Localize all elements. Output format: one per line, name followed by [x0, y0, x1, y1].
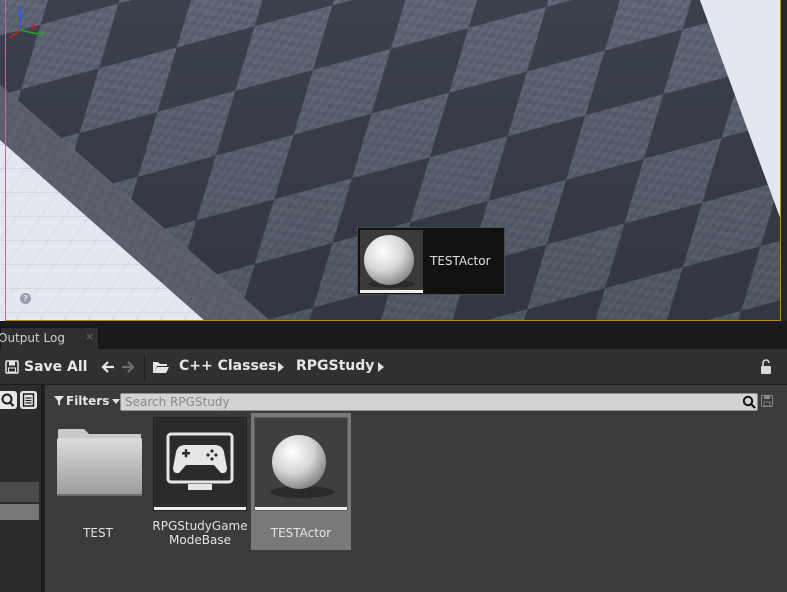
tab-output-log[interactable]: Output Log × — [0, 327, 99, 349]
breadcrumb-cpp-classes[interactable]: C++ Classes — [179, 358, 277, 374]
thumbnail-underline — [360, 290, 423, 293]
tooltip-label: TESTActor — [430, 254, 491, 268]
close-icon[interactable]: × — [85, 330, 94, 343]
view-options-icon[interactable] — [20, 391, 37, 409]
toolbar-separator — [144, 355, 145, 379]
thumbnail-underline — [154, 507, 246, 510]
gamepad-monitor-icon — [166, 432, 234, 490]
unreal-editor-window: Z X Y ? TESTActor Output Log × Save All … — [0, 0, 787, 592]
filters-label: Filters — [66, 394, 110, 408]
sphere-icon — [364, 235, 415, 288]
filters-button[interactable]: Filters — [54, 393, 121, 409]
asset-label-line1: RPGStudyGame — [152, 519, 248, 533]
folder-icon — [57, 429, 142, 496]
asset-label: TEST — [83, 526, 113, 540]
sources-panel — [0, 385, 42, 592]
asset-label: TESTActor — [270, 526, 332, 540]
unlock-icon[interactable] — [759, 359, 773, 375]
save-all-button[interactable]: Save All — [5, 358, 87, 376]
search-icon[interactable] — [742, 395, 756, 409]
panel-tab-strip: Output Log × — [0, 321, 787, 349]
asset-view: Filters Search RPGStudy TEST RPGStudyGam… — [45, 385, 787, 592]
class-thumbnail — [254, 417, 348, 511]
class-thumbnail — [153, 417, 247, 511]
thumbnail-underline — [255, 507, 347, 510]
source-tree-item-selected[interactable] — [0, 504, 39, 520]
content-browser-toolbar: Save All C++ Classes RPGStudy — [0, 349, 787, 385]
filter-icon — [54, 396, 64, 406]
axis-z-label: Z — [17, 6, 24, 17]
help-icon[interactable]: ? — [20, 293, 31, 304]
sphere-icon — [270, 435, 334, 498]
asset-tile-test-folder[interactable]: TEST — [48, 413, 148, 550]
chevron-right-icon[interactable] — [278, 362, 284, 372]
back-arrow-icon[interactable] — [100, 359, 116, 375]
axis-y-label: Y — [38, 31, 46, 42]
asset-search-box[interactable] — [120, 393, 758, 411]
tab-label: Output Log — [0, 331, 65, 345]
chevron-right-icon[interactable] — [378, 362, 384, 372]
save-icon — [5, 360, 19, 374]
asset-label-line2: ModeBase — [169, 533, 231, 547]
source-tree-item[interactable] — [0, 482, 39, 502]
forward-arrow-icon[interactable] — [120, 359, 136, 375]
axis-gizmo: Z X Y — [9, 6, 46, 42]
axis-x-label: X — [30, 22, 37, 33]
save-search-icon[interactable] — [761, 395, 773, 407]
save-all-label: Save All — [24, 359, 88, 375]
drag-preview-tooltip: TESTActor — [357, 227, 505, 295]
search-icon[interactable] — [0, 391, 17, 409]
actor-thumbnail — [360, 230, 423, 293]
search-input[interactable] — [125, 394, 735, 410]
asset-tile-testactor[interactable]: TESTActor — [251, 413, 351, 550]
breadcrumb-rpgstudy[interactable]: RPGStudy — [296, 358, 374, 374]
folder-open-icon[interactable] — [152, 359, 170, 375]
asset-tile-gamemode-base[interactable]: RPGStudyGame ModeBase — [150, 413, 250, 550]
level-viewport[interactable]: Z X Y ? TESTActor — [0, 0, 781, 321]
